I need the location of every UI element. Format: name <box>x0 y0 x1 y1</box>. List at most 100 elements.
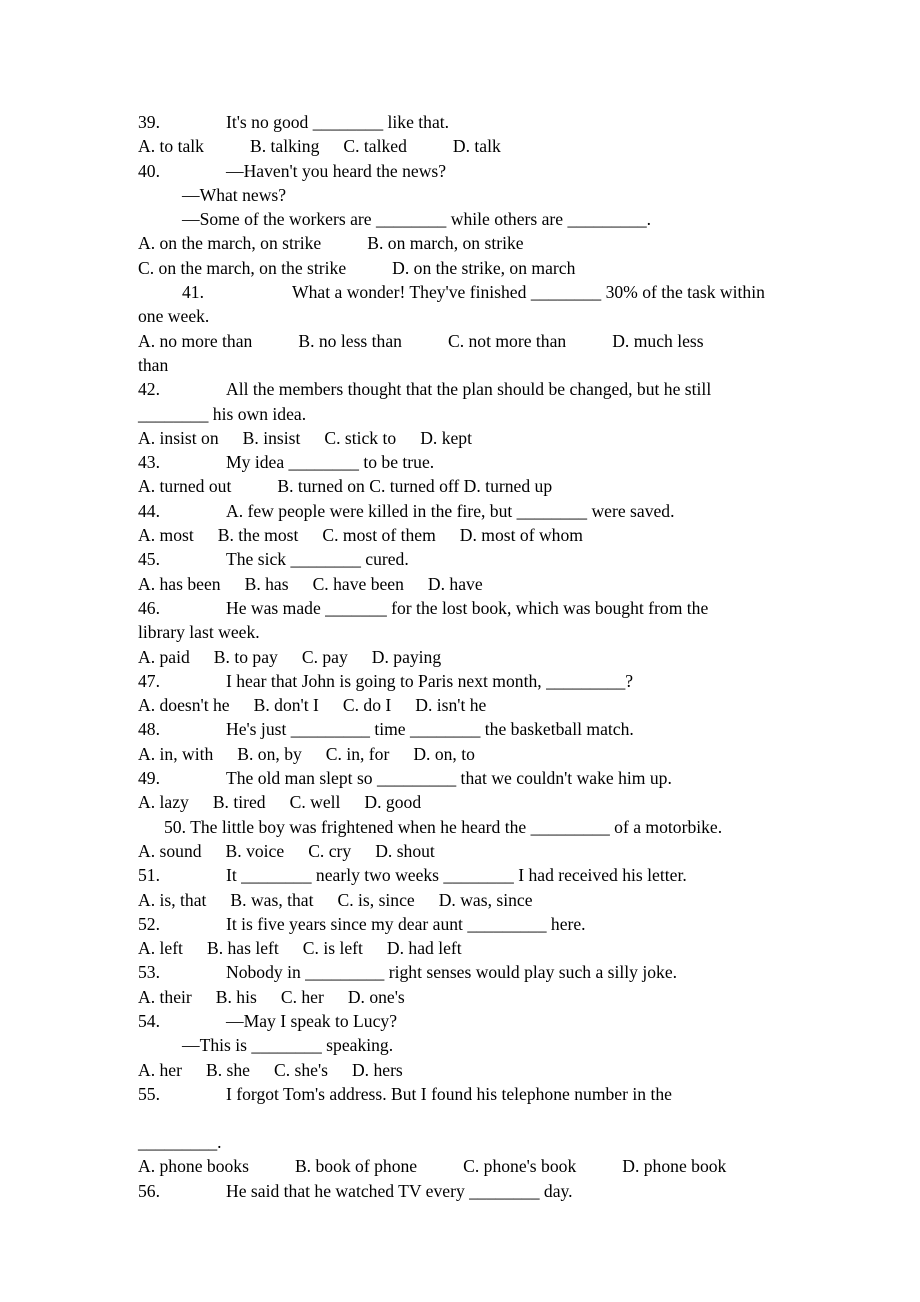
option-c-44[interactable]: C. most of them <box>322 523 435 547</box>
option-a-55[interactable]: A. phone books <box>138 1154 249 1178</box>
option-a-42[interactable]: A. insist on <box>138 426 219 450</box>
option-d-41-wrap[interactable]: than <box>138 353 787 377</box>
question-stem-55: 55. I forgot Tom's address. But I found h… <box>138 1082 787 1106</box>
options-row-48: A. in, with B. on, by C. in, for D. on, to <box>138 742 787 766</box>
option-b-44[interactable]: B. the most <box>218 523 299 547</box>
option-b-53[interactable]: B. his <box>216 985 257 1009</box>
option-c-52[interactable]: C. is left <box>303 936 363 960</box>
option-b-49[interactable]: B. tired <box>213 790 266 814</box>
option-a-52[interactable]: A. left <box>138 936 183 960</box>
options-row-40-top: A. on the march, on strike B. on march, o… <box>138 231 787 255</box>
option-a-41[interactable]: A. no more than <box>138 329 252 353</box>
option-d-51[interactable]: D. was, since <box>439 888 533 912</box>
option-b-41[interactable]: B. no less than <box>298 329 402 353</box>
option-c-40[interactable]: C. on the march, on the strike <box>138 256 346 280</box>
document-page: 39. It's no good ________ like that. A. t… <box>0 0 920 1302</box>
option-b-52[interactable]: B. has left <box>207 936 279 960</box>
option-c-49[interactable]: C. well <box>290 790 341 814</box>
option-d-52[interactable]: D. had left <box>387 936 462 960</box>
question-stem-47: 47. I hear that John is going to Paris ne… <box>138 669 787 693</box>
options-bcd-43[interactable]: B. turned on C. turned off D. turned up <box>277 474 552 498</box>
option-d-50[interactable]: D. shout <box>375 839 435 863</box>
option-d-44[interactable]: D. most of whom <box>460 523 583 547</box>
option-d-55[interactable]: D. phone book <box>622 1154 726 1178</box>
option-b-45[interactable]: B. has <box>245 572 289 596</box>
question-text-46-line1: He was made _______ for the lost book, w… <box>226 597 709 618</box>
question-number-48: 48. <box>138 719 160 740</box>
question-stem-44: 44. A. few people were killed in the fire… <box>138 499 787 523</box>
option-c-39[interactable]: C. talked <box>343 134 407 158</box>
option-b-51[interactable]: B. was, that <box>230 888 313 912</box>
question-number-47: 47. <box>138 670 160 691</box>
option-c-50[interactable]: C. cry <box>308 839 351 863</box>
question-number-51: 51. <box>138 865 160 886</box>
options-row-53: A. their B. his C. her D. one's <box>138 985 787 1009</box>
question-stem-45: 45. The sick ________ cured. <box>138 547 787 571</box>
option-d-40[interactable]: D. on the strike, on march <box>392 256 575 280</box>
option-c-51[interactable]: C. is, since <box>338 888 415 912</box>
option-a-44[interactable]: A. most <box>138 523 194 547</box>
options-row-47: A. doesn't he B. don't I C. do I D. isn't h… <box>138 693 787 717</box>
question-number-46: 46. <box>138 597 160 618</box>
question-number-55: 55. <box>138 1083 160 1104</box>
question-text-45: The sick ________ cured. <box>226 549 409 570</box>
question-number-41: 41. <box>182 282 204 303</box>
option-d-49[interactable]: D. good <box>364 790 421 814</box>
question-text-53: Nobody in _________ right senses would p… <box>226 962 678 983</box>
option-d-45[interactable]: D. have <box>428 572 483 596</box>
option-a-47[interactable]: A. doesn't he <box>138 693 230 717</box>
option-c-45[interactable]: C. have been <box>313 572 404 596</box>
option-b-42[interactable]: B. insist <box>243 426 301 450</box>
question-stem-54: 54. —May I speak to Lucy? <box>138 1009 787 1033</box>
option-a-40[interactable]: A. on the march, on strike <box>138 231 321 255</box>
question-text-41-line1: What a wonder! They've finished ________… <box>292 282 765 303</box>
option-a-50[interactable]: A. sound <box>138 839 202 863</box>
question-text-54-line2: —This is ________ speaking. <box>182 1035 394 1056</box>
option-c-42[interactable]: C. stick to <box>324 426 396 450</box>
option-c-54[interactable]: C. she's <box>274 1058 328 1082</box>
option-d-48[interactable]: D. on, to <box>413 742 475 766</box>
question-stem-53: 53. Nobody in _________ right senses woul… <box>138 960 787 984</box>
option-b-46[interactable]: B. to pay <box>214 645 278 669</box>
question-text-47: I hear that John is going to Paris next … <box>226 670 634 691</box>
option-a-49[interactable]: A. lazy <box>138 790 189 814</box>
question-text-48: He's just _________ time ________ the ba… <box>226 719 634 740</box>
option-c-41[interactable]: C. not more than <box>448 329 566 353</box>
question-text-44: A. few people were killed in the fire, b… <box>226 500 675 521</box>
option-a-48[interactable]: A. in, with <box>138 742 213 766</box>
option-a-54[interactable]: A. her <box>138 1058 182 1082</box>
option-a-53[interactable]: A. their <box>138 985 192 1009</box>
option-b-47[interactable]: B. don't I <box>254 693 319 717</box>
option-d-39[interactable]: D. talk <box>453 134 501 158</box>
option-d-47[interactable]: D. isn't he <box>415 693 486 717</box>
question-stem-48: 48. He's just _________ time ________ the… <box>138 717 787 741</box>
option-d-42[interactable]: D. kept <box>420 426 472 450</box>
question-number-56: 56. <box>138 1180 160 1201</box>
option-c-47[interactable]: C. do I <box>343 693 391 717</box>
question-stem-50: 50. The little boy was frightened when h… <box>164 816 723 837</box>
option-a-46[interactable]: A. paid <box>138 645 190 669</box>
options-row-44: A. most B. the most C. most of them D. most… <box>138 523 787 547</box>
option-b-48[interactable]: B. on, by <box>237 742 302 766</box>
option-b-50[interactable]: B. voice <box>226 839 285 863</box>
option-a-45[interactable]: A. has been <box>138 572 221 596</box>
option-d-53[interactable]: D. one's <box>348 985 405 1009</box>
option-c-48[interactable]: C. in, for <box>326 742 390 766</box>
option-b-54[interactable]: B. she <box>206 1058 250 1082</box>
question-text-40-line1: —Haven't you heard the news? <box>226 160 447 181</box>
question-stem-56: 56. He said that he watched TV every ____… <box>138 1179 787 1203</box>
option-b-39[interactable]: B. talking <box>250 134 319 158</box>
option-d-41[interactable]: D. much less <box>612 329 703 353</box>
options-row-43: A. turned out B. turned on C. turned off … <box>138 474 787 498</box>
option-c-55[interactable]: C. phone's book <box>463 1154 576 1178</box>
option-b-40[interactable]: B. on march, on strike <box>367 231 523 255</box>
option-a-43[interactable]: A. turned out <box>138 474 231 498</box>
option-d-46[interactable]: D. paying <box>372 645 441 669</box>
option-a-39[interactable]: A. to talk <box>138 134 204 158</box>
option-c-53[interactable]: C. her <box>281 985 324 1009</box>
option-c-46[interactable]: C. pay <box>302 645 348 669</box>
question-text-42-line2: ________ his own idea. <box>138 403 307 424</box>
option-a-51[interactable]: A. is, that <box>138 888 206 912</box>
option-b-55[interactable]: B. book of phone <box>295 1154 417 1178</box>
option-d-54[interactable]: D. hers <box>352 1058 403 1082</box>
